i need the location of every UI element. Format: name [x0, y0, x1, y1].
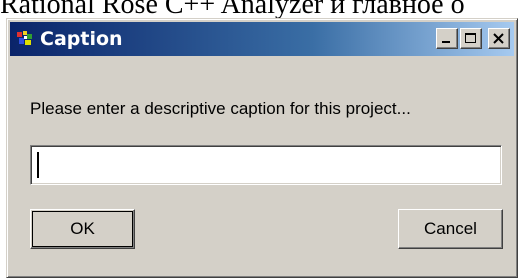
ok-button[interactable]: OK	[30, 209, 135, 249]
minimize-icon	[442, 41, 450, 43]
close-icon	[493, 33, 504, 44]
maximize-button[interactable]	[460, 28, 482, 49]
minimize-button[interactable]	[436, 28, 458, 49]
background-document-text: Rational Rose C++ Analyzer и главное о	[0, 0, 465, 20]
window-title: Caption	[40, 28, 123, 50]
caption-prompt: Please enter a descriptive caption for t…	[30, 99, 411, 118]
caption-input[interactable]	[30, 145, 502, 185]
text-cursor	[37, 152, 39, 178]
app-icon	[16, 30, 34, 48]
maximize-icon	[465, 33, 476, 43]
close-button[interactable]	[488, 28, 510, 49]
caption-dialog: Caption Please enter a descriptive capti…	[6, 18, 518, 278]
cancel-button[interactable]: Cancel	[398, 209, 503, 249]
title-bar[interactable]: Caption	[10, 22, 514, 56]
